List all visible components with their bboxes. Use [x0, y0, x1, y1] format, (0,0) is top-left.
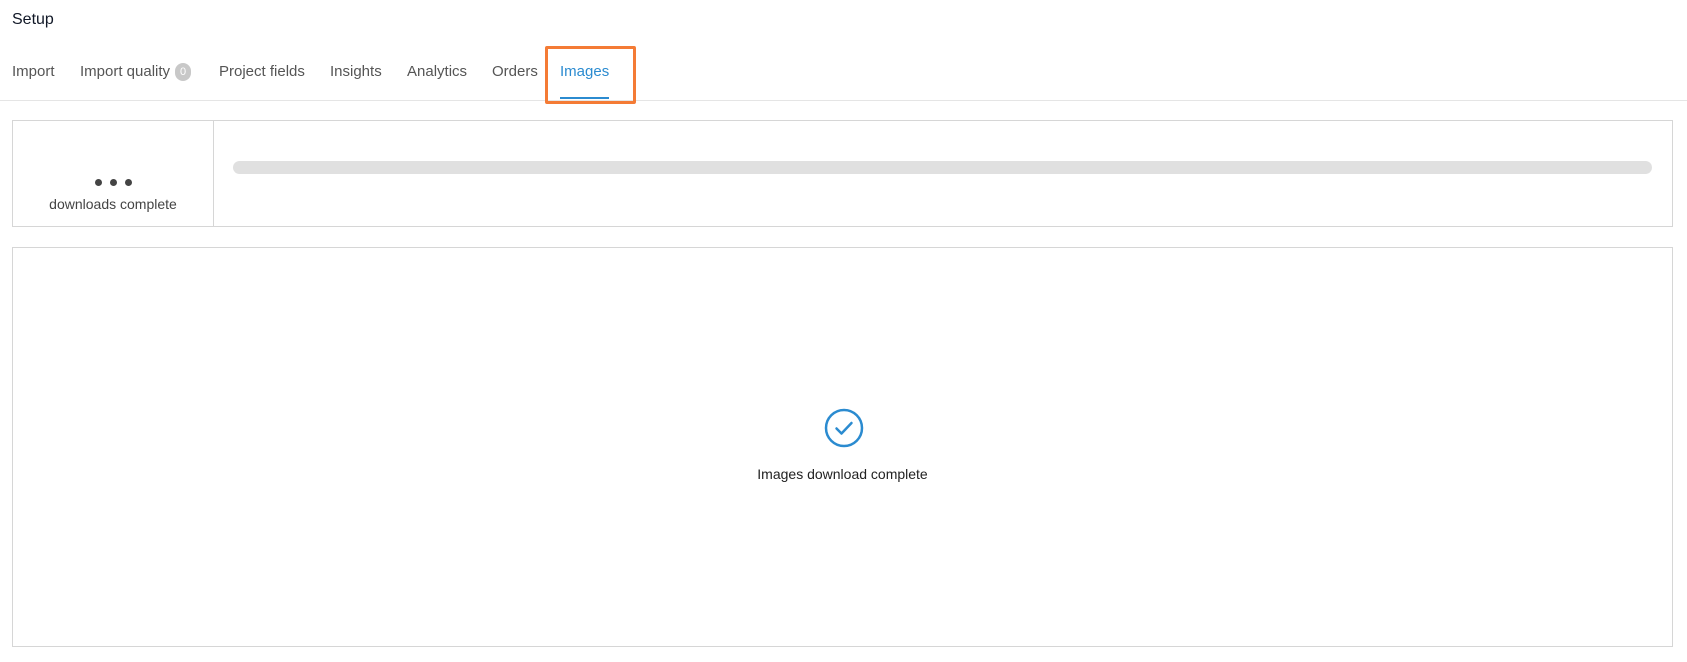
tab-orders[interactable]: Orders — [492, 48, 538, 100]
ellipsis-icon — [13, 173, 213, 186]
tab-bar: Import Import quality 0 Project fields In… — [0, 48, 1687, 101]
tab-project-fields[interactable]: Project fields — [219, 48, 305, 100]
tab-analytics[interactable]: Analytics — [407, 48, 467, 100]
tab-project-fields-label: Project fields — [219, 63, 305, 80]
download-stats-panel: downloads complete — [12, 120, 1673, 227]
download-progress-bar — [233, 161, 1652, 174]
tab-analytics-label: Analytics — [407, 63, 468, 80]
page-title: Setup — [12, 11, 54, 28]
tab-import-label: Import — [12, 63, 55, 80]
images-download-status-text: Images download complete — [757, 466, 928, 482]
tab-images[interactable]: Images — [560, 48, 610, 100]
import-quality-count-badge: 0 — [175, 63, 192, 81]
tab-images-label: Images — [560, 63, 610, 80]
downloads-complete-label: downloads complete — [49, 196, 177, 212]
images-status-panel: Images download complete — [12, 247, 1673, 647]
check-circle-icon — [824, 408, 864, 448]
download-count-cell: downloads complete — [13, 121, 214, 226]
tab-import-quality[interactable]: Import quality 0 — [80, 48, 192, 100]
tab-import[interactable]: Import — [12, 48, 55, 100]
tab-insights-label: Insights — [330, 63, 382, 80]
tab-import-quality-label: Import quality — [80, 63, 171, 80]
tab-orders-label: Orders — [492, 63, 538, 80]
tab-insights[interactable]: Insights — [330, 48, 382, 100]
